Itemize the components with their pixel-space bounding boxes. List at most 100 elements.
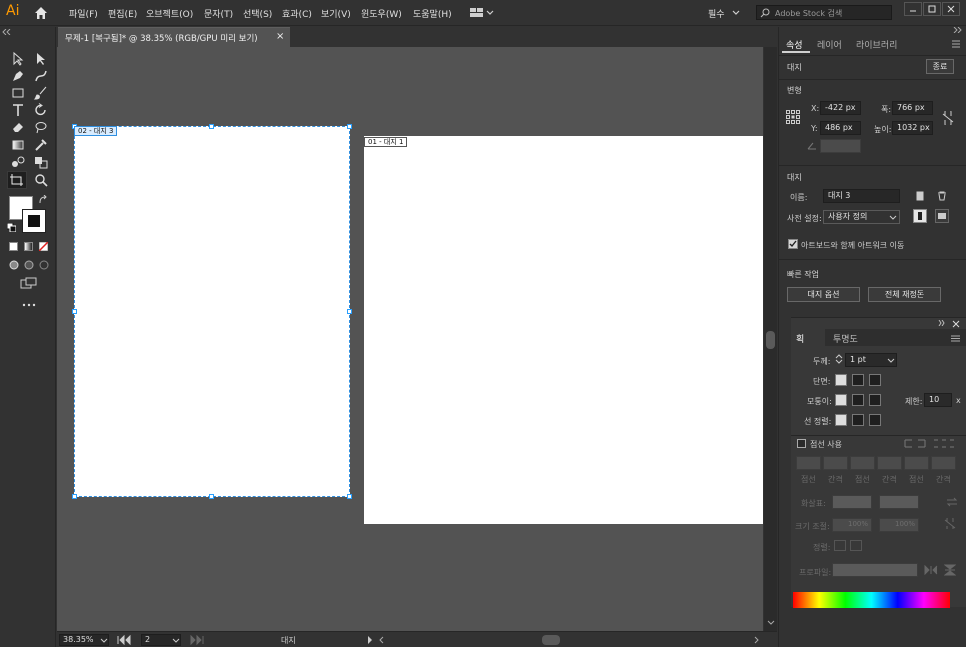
draw-behind-icon[interactable] xyxy=(24,260,34,270)
close-window-button[interactable] xyxy=(942,2,960,16)
menu-effect[interactable]: 효과(C) xyxy=(282,7,312,20)
gradient-tool-icon[interactable] xyxy=(10,137,26,153)
close-panel-icon[interactable] xyxy=(952,320,960,328)
resize-handle[interactable] xyxy=(209,124,214,129)
chevron-down-icon[interactable] xyxy=(100,637,108,645)
lasso-tool-icon[interactable] xyxy=(33,119,49,135)
round-cap-icon[interactable] xyxy=(852,374,864,386)
artboard-02-label[interactable]: 02 - 대지 3 xyxy=(74,126,118,136)
canvas[interactable]: 02 - 대지 3 01 - 대지 1 xyxy=(57,47,763,631)
workspace-switcher[interactable]: 필수 xyxy=(708,7,725,20)
move-artwork-checkbox[interactable] xyxy=(788,239,798,249)
swap-fill-stroke-icon[interactable] xyxy=(38,195,48,205)
minimize-button[interactable] xyxy=(904,2,922,16)
tab-libraries[interactable]: 라이브러리 xyxy=(856,38,897,51)
reference-point-icon[interactable] xyxy=(786,110,800,124)
default-fill-stroke-icon[interactable] xyxy=(7,223,16,232)
align-center-icon[interactable] xyxy=(835,414,847,426)
scroll-left-icon[interactable] xyxy=(377,635,385,645)
first-artboard-icon[interactable] xyxy=(117,635,133,645)
menu-window[interactable]: 윈도우(W) xyxy=(361,7,402,20)
limit-field[interactable]: 10 xyxy=(924,393,952,407)
curvature-tool-icon[interactable] xyxy=(33,68,49,84)
collapse-panel-icon[interactable] xyxy=(953,27,963,33)
menu-select[interactable]: 선택(S) xyxy=(243,7,272,20)
color-spectrum-bar[interactable] xyxy=(793,592,950,608)
blend-tool-icon[interactable] xyxy=(10,154,26,170)
home-icon[interactable] xyxy=(33,5,49,21)
tab-stroke[interactable]: 획 xyxy=(796,332,804,345)
menu-file[interactable]: 파일(F) xyxy=(69,7,98,20)
dash-align-icon[interactable] xyxy=(933,439,955,448)
vertical-scrollbar[interactable] xyxy=(764,47,777,631)
chevron-down-icon[interactable] xyxy=(732,9,740,17)
panel-menu-icon[interactable] xyxy=(951,335,960,342)
artboard-options-button[interactable]: 대지 옵션 xyxy=(787,287,860,302)
tab-layers[interactable]: 레이어 xyxy=(817,38,842,51)
draw-normal-icon[interactable] xyxy=(9,260,19,270)
artboard-tool-icon[interactable] xyxy=(7,171,27,189)
x-field[interactable]: -422 px xyxy=(820,101,861,115)
rotate-tool-icon[interactable] xyxy=(33,102,49,118)
tab-properties[interactable]: 속성 xyxy=(786,38,803,51)
artboard-01-label[interactable]: 01 - 대지 1 xyxy=(364,137,408,147)
dashed-line-checkbox[interactable] xyxy=(797,439,806,448)
trash-icon[interactable] xyxy=(937,191,947,201)
more-tools-icon[interactable] xyxy=(22,302,36,308)
menu-view[interactable]: 보기(V) xyxy=(321,7,351,20)
landscape-orientation-icon[interactable] xyxy=(935,209,949,223)
draw-inside-icon[interactable] xyxy=(39,260,49,270)
height-field[interactable]: 1032 px xyxy=(892,121,933,135)
panel-menu-icon[interactable] xyxy=(951,40,961,48)
finish-button[interactable]: 종료 xyxy=(926,59,954,74)
menu-edit[interactable]: 편집(E) xyxy=(108,7,137,20)
selection-tool-icon[interactable] xyxy=(10,51,26,67)
stock-search-field[interactable]: Adobe Stock 검색 xyxy=(756,5,892,20)
artboard-name-field[interactable]: 대지 3 xyxy=(823,189,900,203)
collapse-icon[interactable] xyxy=(938,320,946,326)
menu-object[interactable]: 오브젝트(O) xyxy=(146,7,193,20)
bevel-join-icon[interactable] xyxy=(869,394,881,406)
dash-preserve-icon[interactable] xyxy=(904,439,926,448)
rectangle-tool-icon[interactable] xyxy=(10,85,26,101)
width-field[interactable]: 766 px xyxy=(892,101,933,115)
horizontal-scrollbar[interactable] xyxy=(377,635,759,645)
chevron-down-icon[interactable] xyxy=(887,357,895,365)
status-menu-arrow-icon[interactable] xyxy=(366,635,374,645)
butt-cap-icon[interactable] xyxy=(835,374,847,386)
screen-mode-icon[interactable] xyxy=(20,277,38,289)
constrain-proportions-icon[interactable] xyxy=(942,111,954,125)
align-outside-icon[interactable] xyxy=(869,414,881,426)
zoom-field[interactable]: 38.35% xyxy=(59,634,109,646)
projecting-cap-icon[interactable] xyxy=(869,374,881,386)
portrait-orientation-icon[interactable] xyxy=(913,209,927,223)
none-mode-icon[interactable] xyxy=(39,242,48,251)
resize-handle[interactable] xyxy=(72,494,77,499)
next-artboard-icon[interactable] xyxy=(188,635,204,645)
resize-handle[interactable] xyxy=(72,309,77,314)
horizontal-scroll-thumb[interactable] xyxy=(542,635,560,645)
maximize-button[interactable] xyxy=(923,2,941,16)
vertical-scroll-thumb[interactable] xyxy=(766,331,775,349)
document-tab-close-icon[interactable]: × xyxy=(276,31,284,42)
eraser-tool-icon[interactable] xyxy=(10,119,26,135)
resize-handle[interactable] xyxy=(347,309,352,314)
stroke-swatch[interactable] xyxy=(22,209,46,233)
scroll-down-icon[interactable] xyxy=(767,619,775,627)
eyedropper-tool-icon[interactable] xyxy=(33,137,49,153)
arrange-documents-icon[interactable] xyxy=(470,7,494,19)
align-inside-icon[interactable] xyxy=(852,414,864,426)
pen-tool-icon[interactable] xyxy=(10,68,26,84)
paintbrush-tool-icon[interactable] xyxy=(33,85,49,101)
direct-selection-tool-icon[interactable] xyxy=(33,51,49,67)
color-mode-icon[interactable] xyxy=(9,242,18,251)
live-paint-tool-icon[interactable] xyxy=(33,154,49,170)
menu-type[interactable]: 문자(T) xyxy=(204,7,233,20)
resize-handle[interactable] xyxy=(347,124,352,129)
artboard-01[interactable] xyxy=(364,136,763,524)
round-join-icon[interactable] xyxy=(852,394,864,406)
rearrange-all-button[interactable]: 전체 재정돈 xyxy=(868,287,941,302)
y-field[interactable]: 486 px xyxy=(820,121,861,135)
type-tool-icon[interactable] xyxy=(10,102,26,118)
menu-help[interactable]: 도움말(H) xyxy=(413,7,452,20)
